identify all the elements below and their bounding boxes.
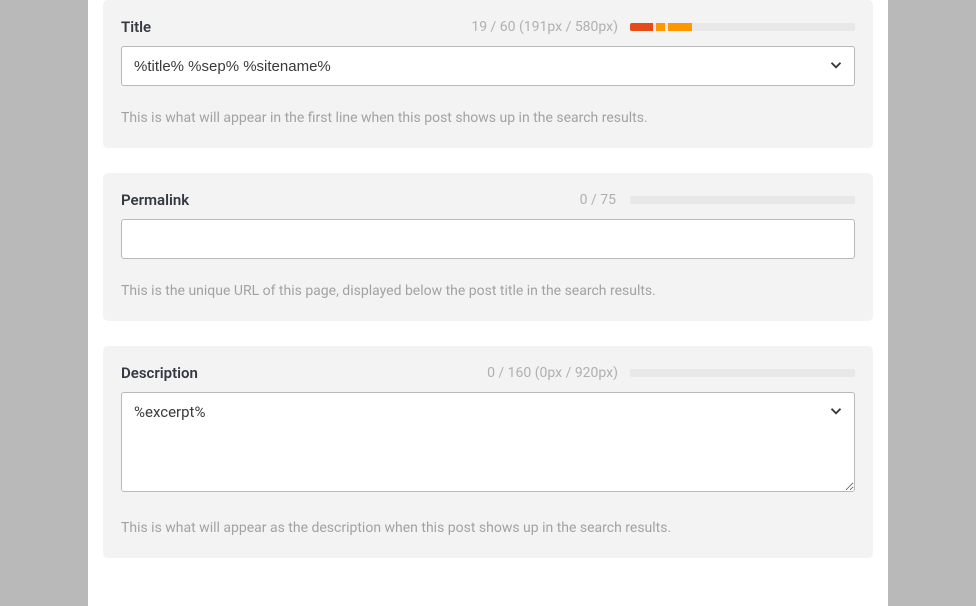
chevron-down-icon (827, 402, 845, 420)
permalink-label: Permalink (121, 191, 189, 209)
description-textarea[interactable] (121, 392, 855, 492)
permalink-field-card: Permalink 0 / 75 This is the unique URL … (103, 173, 873, 321)
title-dropdown-toggle[interactable] (827, 56, 845, 78)
title-counter: 19 / 60 (191px / 580px) (471, 19, 618, 35)
title-progress-bar (630, 23, 855, 31)
permalink-progress-bar (630, 196, 855, 204)
title-header: Title 19 / 60 (191px / 580px) (121, 18, 855, 36)
permalink-help-text: This is the unique URL of this page, dis… (121, 283, 855, 299)
permalink-counter: 0 / 75 (580, 192, 616, 208)
permalink-header: Permalink 0 / 75 (121, 191, 855, 209)
title-meta: 19 / 60 (191px / 580px) (471, 19, 855, 35)
title-help-text: This is what will appear in the first li… (121, 110, 855, 126)
description-counter: 0 / 160 (0px / 920px) (487, 365, 618, 381)
progress-segment (668, 23, 693, 31)
permalink-meta: 0 / 75 (580, 192, 855, 208)
title-label: Title (121, 18, 151, 36)
description-input-wrap (121, 392, 855, 496)
title-input[interactable] (121, 46, 855, 86)
settings-panel: Title 19 / 60 (191px / 580px) This is wh… (88, 0, 888, 606)
description-dropdown-toggle[interactable] (827, 402, 845, 424)
title-field-card: Title 19 / 60 (191px / 580px) This is wh… (103, 0, 873, 148)
description-meta: 0 / 160 (0px / 920px) (487, 365, 855, 381)
description-help-text: This is what will appear as the descript… (121, 520, 855, 536)
permalink-input-wrap (121, 219, 855, 259)
progress-segment (656, 23, 665, 31)
description-label: Description (121, 364, 198, 382)
permalink-input[interactable] (121, 219, 855, 259)
title-input-wrap (121, 46, 855, 86)
chevron-down-icon (827, 56, 845, 74)
description-header: Description 0 / 160 (0px / 920px) (121, 364, 855, 382)
progress-segment (630, 23, 653, 31)
description-progress-bar (630, 369, 855, 377)
description-field-card: Description 0 / 160 (0px / 920px) This i… (103, 346, 873, 558)
